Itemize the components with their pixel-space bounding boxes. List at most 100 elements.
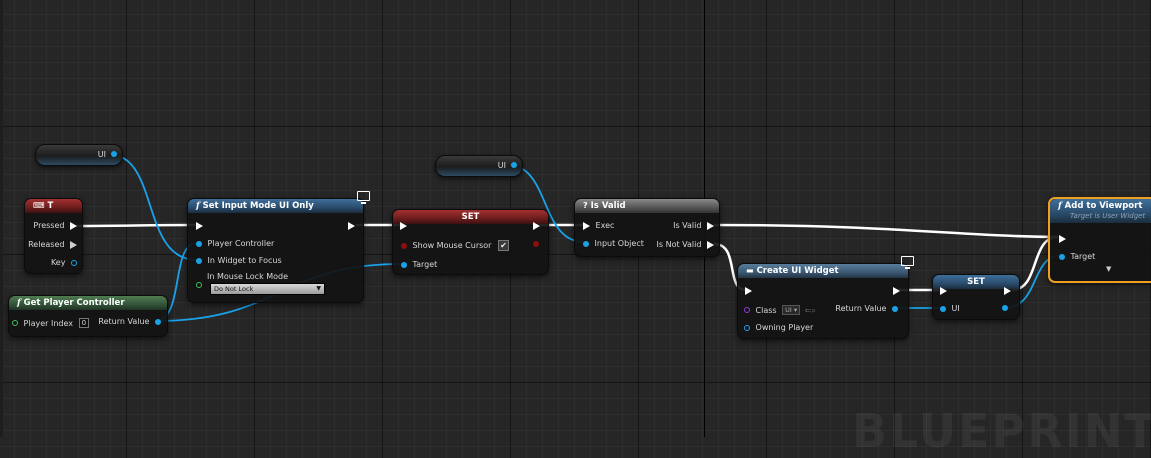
player-index-row[interactable]: Player Index 0 [12, 318, 90, 329]
pin-label: Exec [595, 221, 615, 230]
widget-to-focus-pin[interactable] [196, 257, 202, 264]
show-mouse-cursor-row[interactable]: Show Mouse Cursor ✔ [401, 240, 510, 251]
exec-in-pin[interactable] [400, 222, 407, 230]
exec-row[interactable]: Exec [583, 221, 614, 231]
exec-out-pin[interactable] [707, 240, 714, 249]
variable-label: UI [97, 150, 106, 159]
get-player-controller-node[interactable]: f Get Player Controller Player Index 0 Re… [8, 295, 168, 337]
ui-variable-getter[interactable]: UI [35, 144, 123, 166]
input-object-pin[interactable] [583, 240, 589, 247]
node-header: SET [393, 210, 548, 224]
pin-label: Return Value [835, 304, 887, 313]
exec-in-pin[interactable] [196, 222, 203, 230]
player-controller-row[interactable]: Player Controller [196, 239, 274, 249]
exec-out-pin[interactable] [70, 221, 77, 230]
pin-label: Target [412, 260, 438, 269]
node-header: f Get Player Controller [9, 296, 167, 310]
exec-out-pin[interactable] [1004, 287, 1011, 295]
show-mouse-cursor-pin[interactable] [401, 242, 407, 249]
pin-label: Is Not Valid [656, 240, 702, 249]
pin-label: Released [28, 240, 65, 249]
key-row[interactable]: Key [51, 258, 77, 268]
exec-in-pin[interactable] [1059, 235, 1066, 243]
exec-wire-pressed-to-setinput [75, 223, 197, 228]
pressed-row[interactable]: Pressed [33, 221, 77, 231]
key-event-node[interactable]: ⌨ T Pressed Released Key [24, 198, 83, 274]
create-widget-node[interactable]: ▬ Create UI Widget Class UI ▾ ⇐⌕ Return V… [737, 263, 909, 339]
owning-player-row[interactable]: Owning Player [744, 323, 813, 333]
target-row[interactable]: Target [401, 260, 437, 270]
exec-in-pin[interactable] [583, 221, 590, 230]
is-valid-row[interactable]: Is Valid [673, 221, 714, 231]
browse-icon[interactable]: ⇐⌕ [805, 306, 816, 315]
target-pin[interactable] [401, 261, 407, 268]
player-index-input[interactable]: 0 [78, 318, 90, 328]
variable-output-pin[interactable] [111, 151, 117, 157]
pin-label: UI [951, 304, 960, 313]
class-pin[interactable] [744, 307, 750, 313]
ui-in-pin[interactable] [940, 305, 946, 312]
node-header: ? Is Valid [575, 199, 719, 213]
target-pin[interactable] [1059, 253, 1065, 260]
pin-label: In Widget to Focus [207, 256, 282, 265]
monitor-icon [357, 191, 370, 204]
mouse-lock-dropdown[interactable]: Do Not Lock ▼ [210, 283, 325, 295]
widget-to-focus-row[interactable]: In Widget to Focus [196, 256, 282, 266]
function-icon: f [1058, 201, 1062, 211]
node-title: SET [967, 277, 985, 287]
player-index-pin[interactable] [12, 320, 18, 326]
exec-in-pin[interactable] [940, 287, 947, 295]
add-to-viewport-node[interactable]: f Add to Viewport Target is User Widget T… [1048, 197, 1151, 283]
dropdown-value: Do Not Lock [214, 285, 254, 293]
node-title: Set Input Mode UI Only [202, 201, 314, 211]
node-title: SET [461, 212, 480, 222]
return-value-row[interactable]: Return Value [835, 304, 898, 314]
pin-label: Player Controller [207, 239, 275, 248]
is-valid-node[interactable]: ? Is Valid Exec Input Object Is Valid Is … [574, 198, 720, 257]
exec-in-pin[interactable] [745, 287, 752, 295]
exec-out-pin[interactable] [707, 221, 714, 230]
variable-output-pin[interactable] [511, 162, 517, 168]
exec-out-pin[interactable] [893, 287, 900, 295]
pin-label: Target [1070, 252, 1096, 261]
node-title: T [47, 201, 54, 211]
mouse-lock-pin[interactable] [196, 282, 202, 288]
released-row[interactable]: Released [28, 240, 77, 250]
ui-variable-getter[interactable]: UI [435, 155, 523, 177]
key-out-pin[interactable] [71, 259, 77, 266]
class-selector[interactable]: UI ▾ [782, 305, 801, 315]
pin-label: Input Object [594, 239, 644, 248]
is-not-valid-row[interactable]: Is Not Valid [657, 240, 714, 250]
pin-label: Show Mouse Cursor [412, 241, 492, 250]
pin-label: Pressed [33, 221, 65, 230]
ui-row[interactable]: UI [940, 304, 960, 314]
pin-label: Key [50, 258, 66, 267]
owning-player-pin[interactable] [744, 324, 750, 331]
exec-out-pin[interactable] [70, 240, 77, 249]
node-title: Is Valid [590, 201, 626, 211]
return-value-pin[interactable] [892, 305, 898, 312]
set-input-mode-node[interactable]: f Set Input Mode UI Only Player Controlle… [187, 198, 364, 303]
class-row[interactable]: Class UI ▾ ⇐⌕ [744, 305, 816, 316]
return-value-pin[interactable] [155, 318, 161, 325]
exec-out-pin[interactable] [348, 222, 355, 230]
node-title: Get Player Controller [23, 298, 125, 308]
set-show-mouse-cursor-node[interactable]: SET Show Mouse Cursor ✔ Target [392, 209, 549, 275]
node-header: ⌨ T [25, 199, 82, 213]
node-title: Create UI Widget [756, 266, 839, 276]
pin-label: Owning Player [755, 323, 814, 332]
show-mouse-cursor-checkbox[interactable]: ✔ [498, 240, 510, 251]
return-value-row[interactable]: Return Value [98, 317, 161, 327]
object-wire-ui-to-focus [107, 153, 198, 261]
expand-arrow-icon[interactable]: ▼ [1106, 265, 1111, 273]
input-object-row[interactable]: Input Object [583, 239, 644, 249]
ui-out-pin[interactable] [1002, 305, 1008, 311]
player-controller-pin[interactable] [196, 240, 202, 247]
chevron-down-icon: ▼ [316, 285, 321, 292]
target-row[interactable]: Target [1059, 252, 1095, 262]
show-mouse-cursor-out-pin[interactable] [533, 241, 539, 247]
set-ui-node[interactable]: SET UI [932, 274, 1020, 320]
function-icon: f [17, 298, 21, 308]
node-subtitle: Target is User Widget [1070, 212, 1146, 220]
exec-out-pin[interactable] [533, 222, 540, 230]
